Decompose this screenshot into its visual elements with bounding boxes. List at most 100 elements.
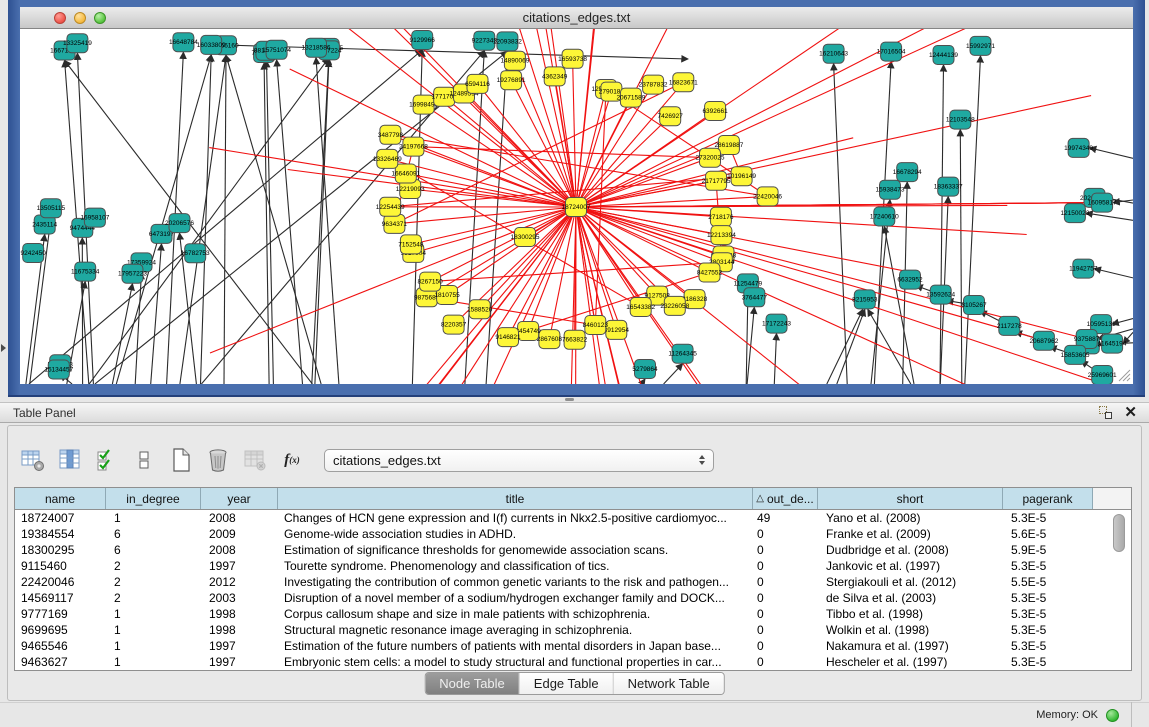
table-cell: de Silva et al. (2003)	[818, 590, 1003, 606]
close-panel-icon[interactable]: ✕	[1124, 406, 1137, 419]
table-cell: 1997	[201, 638, 278, 654]
status-bar: Memory: OK	[0, 702, 1149, 727]
window-title: citations_edges.txt	[523, 10, 631, 25]
delete-button[interactable]	[205, 447, 231, 473]
svg-text:12219093: 12219093	[396, 186, 425, 193]
table-cell: 2008	[201, 542, 278, 558]
table-cell: 0	[753, 638, 818, 654]
table-cell: 6	[106, 542, 201, 558]
svg-text:23226058: 23226058	[660, 303, 689, 310]
svg-text:11254479: 11254479	[734, 280, 763, 287]
svg-text:9242450: 9242450	[21, 250, 47, 257]
table-cell: 1	[106, 510, 201, 526]
svg-text:13218586: 13218586	[302, 45, 331, 52]
table-row[interactable]: 946554611997Estimation of the future num…	[15, 638, 1131, 654]
table-cell: 9463627	[15, 654, 106, 670]
table-cell: 1998	[201, 606, 278, 622]
table-row[interactable]: 1456911722003Disruption of a novel membe…	[15, 590, 1131, 606]
network-canvas[interactable]: 9466160107191551667135575155261603380973…	[20, 29, 1133, 384]
table-cell: 22420046	[15, 574, 106, 590]
svg-text:16958107: 16958107	[80, 215, 109, 222]
svg-text:17016504: 17016504	[877, 49, 906, 56]
table-row[interactable]: 1830029562008Estimation of significance …	[15, 542, 1131, 558]
vertical-scrollbar-thumb[interactable]	[1113, 514, 1125, 552]
clear-selection-button[interactable]	[131, 447, 157, 473]
table-row[interactable]: 969969511998Structural magnetic resonanc…	[15, 622, 1131, 638]
table-cell: Jankovic et al. (1997)	[818, 558, 1003, 574]
svg-text:2718176: 2718176	[708, 214, 734, 221]
svg-text:12213394: 12213394	[707, 232, 736, 239]
status-bar-divider	[1131, 702, 1132, 727]
node-table[interactable]: name in_degree year title △out_de... sho…	[14, 487, 1132, 671]
svg-text:16593738: 16593738	[558, 56, 587, 63]
table-cell: 0	[753, 654, 818, 670]
float-panel-icon[interactable]	[1099, 406, 1112, 419]
table-cell: Dudbridge et al. (2008)	[818, 542, 1003, 558]
table-cell: 2	[106, 590, 201, 606]
table-toolbar: f(x) citations_edges.txt	[20, 444, 714, 476]
svg-text:12444139: 12444139	[929, 52, 958, 59]
table-row[interactable]: 1938455462009Genome-wide association stu…	[15, 526, 1131, 542]
column-header-out-degree[interactable]: △out_de...	[753, 488, 818, 509]
svg-text:9375887: 9375887	[1074, 336, 1100, 343]
svg-text:2435114: 2435114	[32, 222, 57, 229]
svg-text:11942757: 11942757	[1069, 266, 1098, 273]
tab-node-table[interactable]: Node Table	[425, 673, 520, 694]
svg-text:9146821: 9146821	[495, 334, 521, 341]
svg-text:6632952: 6632952	[897, 277, 923, 284]
column-header-in-degree[interactable]: in_degree	[106, 488, 201, 509]
table-cell: 2	[106, 574, 201, 590]
column-header-name[interactable]: name	[15, 488, 106, 509]
tab-network-table[interactable]: Network Table	[614, 673, 724, 694]
table-row[interactable]: 977716911998Corpus callosum shape and si…	[15, 606, 1131, 622]
table-cell: Tourette syndrome. Phenomenology and cla…	[278, 558, 753, 574]
svg-text:1588520: 1588520	[467, 306, 493, 313]
function-builder-button[interactable]: f(x)	[279, 447, 305, 473]
svg-text:16210643: 16210643	[819, 51, 848, 58]
table-row[interactable]: 946362711997Embryonic stem cells: a mode…	[15, 654, 1131, 670]
tab-edge-table[interactable]: Edge Table	[520, 673, 614, 694]
svg-text:10595131: 10595131	[1087, 321, 1116, 328]
svg-text:2117278: 2117278	[997, 323, 1022, 330]
column-header-pagerank[interactable]: pagerank	[1003, 488, 1093, 509]
memory-ok-indicator[interactable]	[1106, 709, 1119, 722]
close-window-button[interactable]	[54, 12, 66, 24]
svg-text:21717795: 21717795	[702, 178, 731, 185]
table-cell: 2	[106, 558, 201, 574]
column-header-short[interactable]: short	[818, 488, 1003, 509]
zoom-window-button[interactable]	[94, 12, 106, 24]
table-chooser-dropdown[interactable]: citations_edges.txt	[324, 449, 714, 472]
table-cell: 6	[106, 526, 201, 542]
svg-text:16033809: 16033809	[197, 42, 226, 49]
table-cell: Hescheler et al. (1997)	[818, 654, 1003, 670]
svg-text:12254439: 12254439	[376, 204, 405, 211]
citation-network-graph[interactable]: 9466160107191551667135575155261603380973…	[20, 29, 1133, 384]
column-header-year[interactable]: year	[201, 488, 278, 509]
column-header-title[interactable]: title	[278, 488, 753, 509]
table-settings-button[interactable]	[20, 447, 46, 473]
new-file-button[interactable]	[168, 447, 194, 473]
svg-text:19276891: 19276891	[497, 77, 526, 84]
show-columns-button[interactable]	[57, 447, 83, 473]
table-row[interactable]: 911546021997Tourette syndrome. Phenomeno…	[15, 558, 1131, 574]
window-titlebar[interactable]: citations_edges.txt	[20, 7, 1133, 29]
table-panel-titlebar: Table Panel ✕	[0, 402, 1149, 423]
table-cell: 1	[106, 606, 201, 622]
table-cell: 5.3E-5	[1003, 606, 1093, 622]
table-cell: 2003	[201, 590, 278, 606]
table-row[interactable]: 1872400712008Changes of HCN gene express…	[15, 510, 1131, 526]
dropdown-stepper-icon	[699, 455, 705, 465]
resize-grip-icon[interactable]	[1115, 366, 1131, 382]
table-body: 1872400712008Changes of HCN gene express…	[15, 510, 1131, 670]
table-cell: Yano et al. (2008)	[818, 510, 1003, 526]
select-all-button[interactable]	[94, 447, 120, 473]
split-pane-handle[interactable]	[565, 398, 574, 401]
table-row[interactable]: 2242004622012Investigating the contribut…	[15, 574, 1131, 590]
svg-text:16782753: 16782753	[181, 250, 210, 257]
minimize-window-button[interactable]	[74, 12, 86, 24]
table-cell: 1	[106, 638, 201, 654]
table-cell: 0	[753, 558, 818, 574]
expand-control-panel-icon[interactable]	[1, 344, 6, 352]
table-cell: Estimation of the future numbers of pati…	[278, 638, 753, 654]
svg-text:8105267: 8105267	[961, 302, 987, 309]
